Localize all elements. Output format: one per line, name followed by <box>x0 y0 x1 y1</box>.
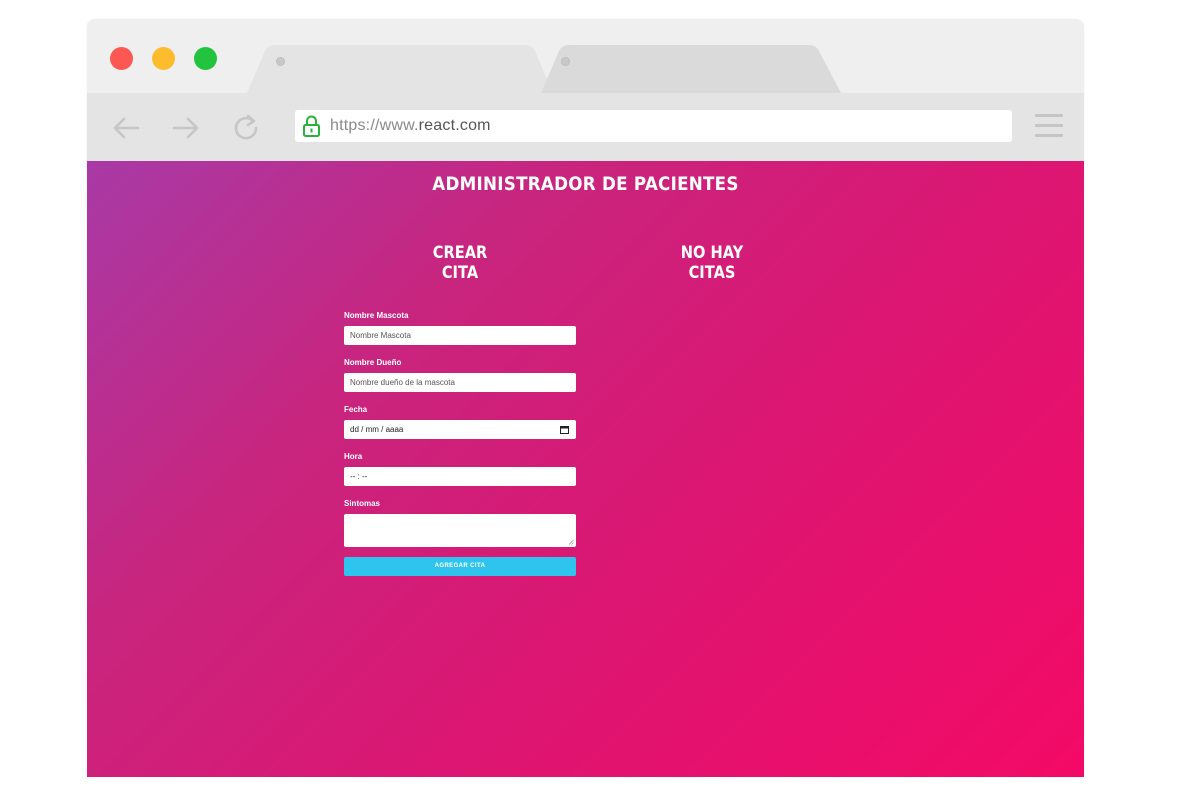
symptoms-label: Sintomas <box>344 499 381 508</box>
pet-name-input[interactable]: Nombre Mascota <box>344 326 576 345</box>
form-title: CREAR CITA <box>432 243 488 283</box>
owner-name-input[interactable]: Nombre dueño de la mascota <box>344 373 576 392</box>
tab-inactive[interactable] <box>541 45 841 93</box>
forward-arrow-icon[interactable] <box>171 113 201 143</box>
tab-close-icon[interactable] <box>276 57 285 66</box>
pet-name-label: Nombre Mascota <box>344 311 409 320</box>
owner-name-label: Nombre Dueño <box>344 358 402 367</box>
browser-window: https://www.react.com ADMINISTRADOR DE P… <box>87 19 1084 777</box>
date-input[interactable]: dd / mm / aaaa <box>344 420 576 439</box>
maximize-window-button[interactable] <box>194 47 217 70</box>
url-scheme: https://www. <box>330 117 419 134</box>
tab-bar <box>87 19 1084 93</box>
menu-icon[interactable] <box>1035 114 1063 138</box>
page-content: ADMINISTRADOR DE PACIENTES CREAR CITA NO… <box>87 161 1084 777</box>
address-bar[interactable]: https://www.react.com <box>295 110 1012 142</box>
time-input[interactable]: -- : -- <box>344 467 576 486</box>
browser-toolbar: https://www.react.com <box>87 93 1084 161</box>
tab-active[interactable] <box>247 45 553 93</box>
symptoms-textarea[interactable] <box>344 514 576 547</box>
tab-close-icon[interactable] <box>561 57 570 66</box>
url-text: https://www.react.com <box>330 117 491 135</box>
reload-icon[interactable] <box>231 113 261 143</box>
time-label: Hora <box>344 452 363 461</box>
add-appointment-button[interactable]: AGREGAR CITA <box>344 557 576 576</box>
appointment-form: Nombre Mascota Nombre Mascota Nombre Due… <box>344 311 576 576</box>
appointments-title: NO HAY CITAS <box>680 243 744 283</box>
time-value: -- : -- <box>350 472 368 481</box>
resize-grip-icon[interactable] <box>568 539 574 545</box>
url-host: react.com <box>418 117 491 134</box>
minimize-window-button[interactable] <box>152 47 175 70</box>
back-arrow-icon[interactable] <box>111 113 141 143</box>
calendar-icon[interactable] <box>560 425 569 434</box>
lock-icon <box>303 115 320 137</box>
date-label: Fecha <box>344 405 368 414</box>
app-title: ADMINISTRADOR DE PACIENTES <box>432 173 739 195</box>
date-value: dd / mm / aaaa <box>350 425 404 434</box>
close-window-button[interactable] <box>110 47 133 70</box>
